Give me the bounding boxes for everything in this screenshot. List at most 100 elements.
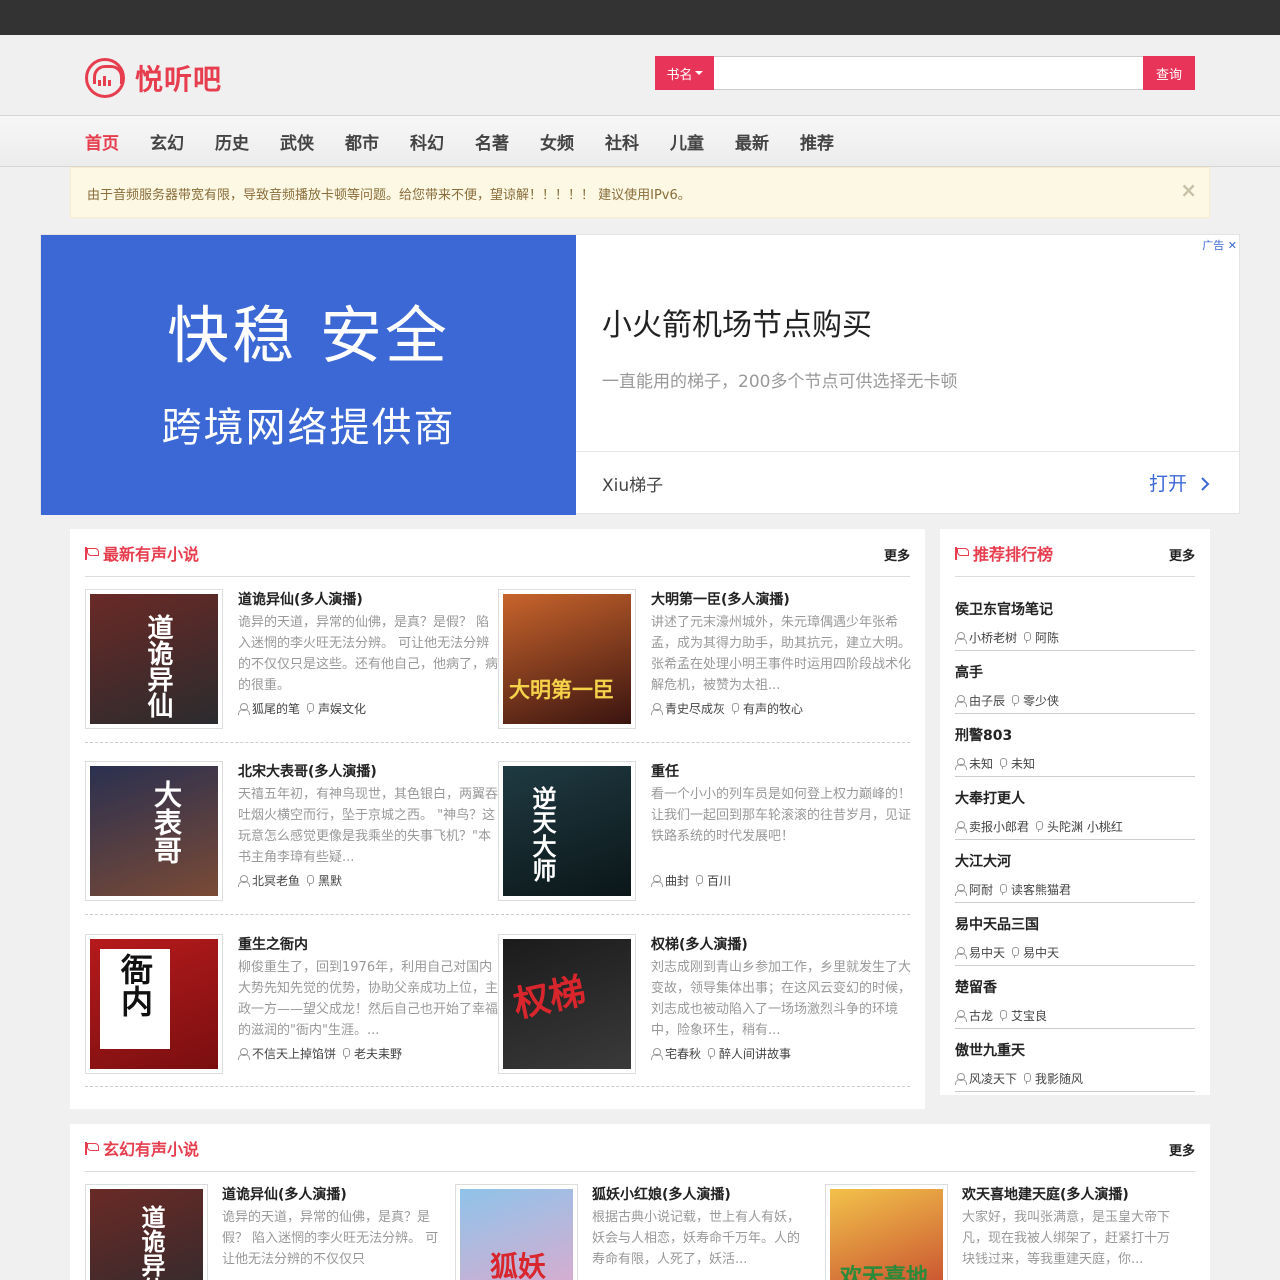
rank-narrator[interactable]: 未知: [1011, 755, 1035, 772]
rank-author[interactable]: 未知: [969, 755, 993, 772]
nav-item-latest[interactable]: 最新: [735, 129, 769, 154]
rank-narrator[interactable]: 艾宝良: [1011, 1007, 1047, 1024]
book-title[interactable]: 道诡异仙(多人演播): [222, 1184, 347, 1204]
nav-item-urban[interactable]: 都市: [345, 129, 379, 154]
ad-open-button[interactable]: 打开: [1149, 469, 1211, 496]
book-cover[interactable]: 逆天大师: [498, 761, 636, 901]
book-title[interactable]: 重任: [651, 761, 679, 781]
rank-author[interactable]: 易中天: [969, 944, 1005, 961]
nav-item-scifi[interactable]: 科幻: [410, 129, 444, 154]
more-link[interactable]: 更多: [1169, 1140, 1195, 1159]
book-title[interactable]: 欢天喜地建天庭(多人演播): [962, 1184, 1129, 1204]
book-author[interactable]: 不信天上掉馅饼: [252, 1045, 336, 1062]
rank-narrator[interactable]: 头陀渊 小桃红: [1047, 818, 1123, 835]
rank-item[interactable]: 刑警803 未知 未知: [955, 714, 1195, 777]
book-narrator[interactable]: 老夫耒野: [354, 1045, 402, 1062]
nav-item-history[interactable]: 历史: [215, 129, 249, 154]
rank-narrator[interactable]: 阿陈: [1035, 629, 1059, 646]
book-card[interactable]: 逆天大师 重任 看一个小小的列车员是如何登上权力巅峰的！ 让我们一起回到那车轮滚…: [498, 761, 911, 901]
book-author[interactable]: 宅春秋: [665, 1045, 701, 1062]
rank-author[interactable]: 阿耐: [969, 881, 993, 898]
site-logo[interactable]: 悦听吧: [85, 57, 222, 99]
panel-title[interactable]: 推荐排行榜: [973, 541, 1053, 565]
book-card[interactable]: 衙内 重生之衙内 柳俊重生了，回到1976年，利用自己对国内大势先知先觉的优势，…: [85, 934, 498, 1074]
book-narrator[interactable]: 有声的牧心: [743, 700, 803, 717]
book-title[interactable]: 重生之衙内: [238, 934, 308, 954]
more-link[interactable]: 更多: [1169, 545, 1195, 564]
nav-item-wuxia[interactable]: 武侠: [280, 129, 314, 154]
rank-title[interactable]: 傲世九重天: [955, 1040, 1025, 1060]
book-author[interactable]: 狐尾的笔: [252, 700, 300, 717]
book-title[interactable]: 道诡异仙(多人演播): [238, 589, 363, 609]
book-author[interactable]: 北冥老鱼: [252, 872, 300, 889]
mic-icon: [999, 758, 1008, 769]
book-cover[interactable]: 权梯: [498, 934, 636, 1074]
rank-narrator[interactable]: 我影随风: [1035, 1070, 1083, 1087]
rank-item[interactable]: 傲世九重天风凌天下 我影随风: [955, 1029, 1195, 1092]
book-cover[interactable]: 道诡异仙: [85, 589, 223, 729]
book-card[interactable]: 狐妖 狐妖小红娘(多人演播) 根据古典小说记载，世上有人有妖，妖会与人相恋，妖寿…: [455, 1184, 815, 1280]
book-title[interactable]: 大明第一臣(多人演播): [651, 589, 790, 609]
rank-item[interactable]: 易中天品三国易中天 易中天: [955, 903, 1195, 966]
book-title[interactable]: 权梯(多人演播): [651, 934, 748, 954]
rank-title[interactable]: 楚留香: [955, 977, 997, 997]
book-cover[interactable]: 衙内: [85, 934, 223, 1074]
book-narrator[interactable]: 黑默: [318, 872, 342, 889]
search-input[interactable]: [714, 56, 1143, 90]
book-narrator[interactable]: 声娱文化: [318, 700, 366, 717]
rank-title[interactable]: 高手: [955, 662, 983, 682]
nav-item-home[interactable]: 首页: [85, 129, 119, 154]
book-card[interactable]: 大表哥 北宋大表哥(多人演播) 天禧五年初，有神鸟现世，其色银白，两翼吞吐烟火横…: [85, 761, 498, 901]
book-title[interactable]: 北宋大表哥(多人演播): [238, 761, 377, 781]
book-card[interactable]: 道诡异仙 道诡异仙(多人演播) 诡异的天道，异常的仙佛，是真？是假？ 陷入迷惘的…: [85, 1184, 445, 1280]
rank-item[interactable]: 大奉打更人卖报小郎君 头陀渊 小桃红: [955, 777, 1195, 840]
panel-title[interactable]: 玄幻有声小说: [103, 1136, 199, 1160]
rank-author[interactable]: 由子辰: [969, 692, 1005, 709]
book-narrator[interactable]: 醉人间讲故事: [719, 1045, 791, 1062]
book-cover[interactable]: 大明第一臣: [498, 589, 636, 729]
nav-item-recommend[interactable]: 推荐: [800, 129, 834, 154]
book-title[interactable]: 狐妖小红娘(多人演播): [592, 1184, 731, 1204]
rank-item[interactable]: 楚留香古龙 艾宝良: [955, 966, 1195, 1029]
rank-title[interactable]: 大江大河: [955, 851, 1011, 871]
book-card[interactable]: 欢天喜地 欢天喜地建天庭(多人演播) 大家好，我叫张满意，是玉皇大帝下凡，现在我…: [825, 1184, 1185, 1280]
nav-item-classics[interactable]: 名著: [475, 129, 509, 154]
rank-author[interactable]: 卖报小郎君: [969, 818, 1029, 835]
book-card[interactable]: 大明第一臣 大明第一臣(多人演播) 讲述了元末濠州城外，朱元璋偶遇少年张希孟，成…: [498, 589, 911, 729]
nav-item-social[interactable]: 社科: [605, 129, 639, 154]
nav-item-female[interactable]: 女频: [540, 129, 574, 154]
close-icon[interactable]: ✕: [1228, 239, 1237, 252]
rank-narrator[interactable]: 易中天: [1023, 944, 1059, 961]
book-cover[interactable]: 道诡异仙: [85, 1184, 208, 1280]
book-author[interactable]: 曲封: [665, 872, 689, 889]
ad-banner[interactable]: 快稳 安全 跨境网络提供商 广告 ✕ 小火箭机场节点购买 一直能用的梯子，200…: [40, 234, 1241, 515]
more-link[interactable]: 更多: [884, 545, 910, 564]
rank-title[interactable]: 刑警803: [955, 725, 1012, 745]
rank-title[interactable]: 侯卫东官场笔记: [955, 599, 1053, 619]
nav-item-xuanhuan[interactable]: 玄幻: [150, 129, 184, 154]
rank-item[interactable]: 大江大河阿耐 读客熊猫君: [955, 840, 1195, 903]
close-icon[interactable]: ×: [1180, 180, 1197, 200]
rank-author[interactable]: 小桥老树: [969, 629, 1017, 646]
rank-narrator[interactable]: 零少侠: [1023, 692, 1059, 709]
search-type-dropdown[interactable]: 书名: [655, 56, 714, 90]
rank-author[interactable]: 古龙: [969, 1007, 993, 1024]
ad-badge[interactable]: 广告 ✕: [1202, 237, 1237, 253]
book-narrator[interactable]: 百川: [707, 872, 731, 889]
search-button[interactable]: 查询: [1143, 56, 1195, 90]
rank-title[interactable]: 大奉打更人: [955, 788, 1025, 808]
book-card[interactable]: 权梯 权梯(多人演播) 刘志成刚到青山乡参加工作，乡里就发生了大变故，领导集体出…: [498, 934, 911, 1074]
rank-item[interactable]: 高手由子辰 零少侠: [955, 651, 1195, 714]
rank-title[interactable]: 易中天品三国: [955, 914, 1039, 934]
panel-title[interactable]: 最新有声小说: [103, 541, 199, 565]
rank-item[interactable]: 侯卫东官场笔记小桥老树 阿陈: [955, 588, 1195, 651]
rank-meta: 易中天 易中天: [955, 944, 1059, 961]
rank-narrator[interactable]: 读客熊猫君: [1011, 881, 1071, 898]
nav-item-children[interactable]: 儿童: [670, 129, 704, 154]
book-author[interactable]: 青史尽成灰: [665, 700, 725, 717]
book-cover[interactable]: 欢天喜地: [825, 1184, 948, 1280]
book-cover[interactable]: 狐妖: [455, 1184, 578, 1280]
rank-author[interactable]: 风凌天下: [969, 1070, 1017, 1087]
book-cover[interactable]: 大表哥: [85, 761, 223, 901]
book-card[interactable]: 道诡异仙 道诡异仙(多人演播) 诡异的天道，异常的仙佛，是真？是假？ 陷入迷惘的…: [85, 589, 498, 729]
